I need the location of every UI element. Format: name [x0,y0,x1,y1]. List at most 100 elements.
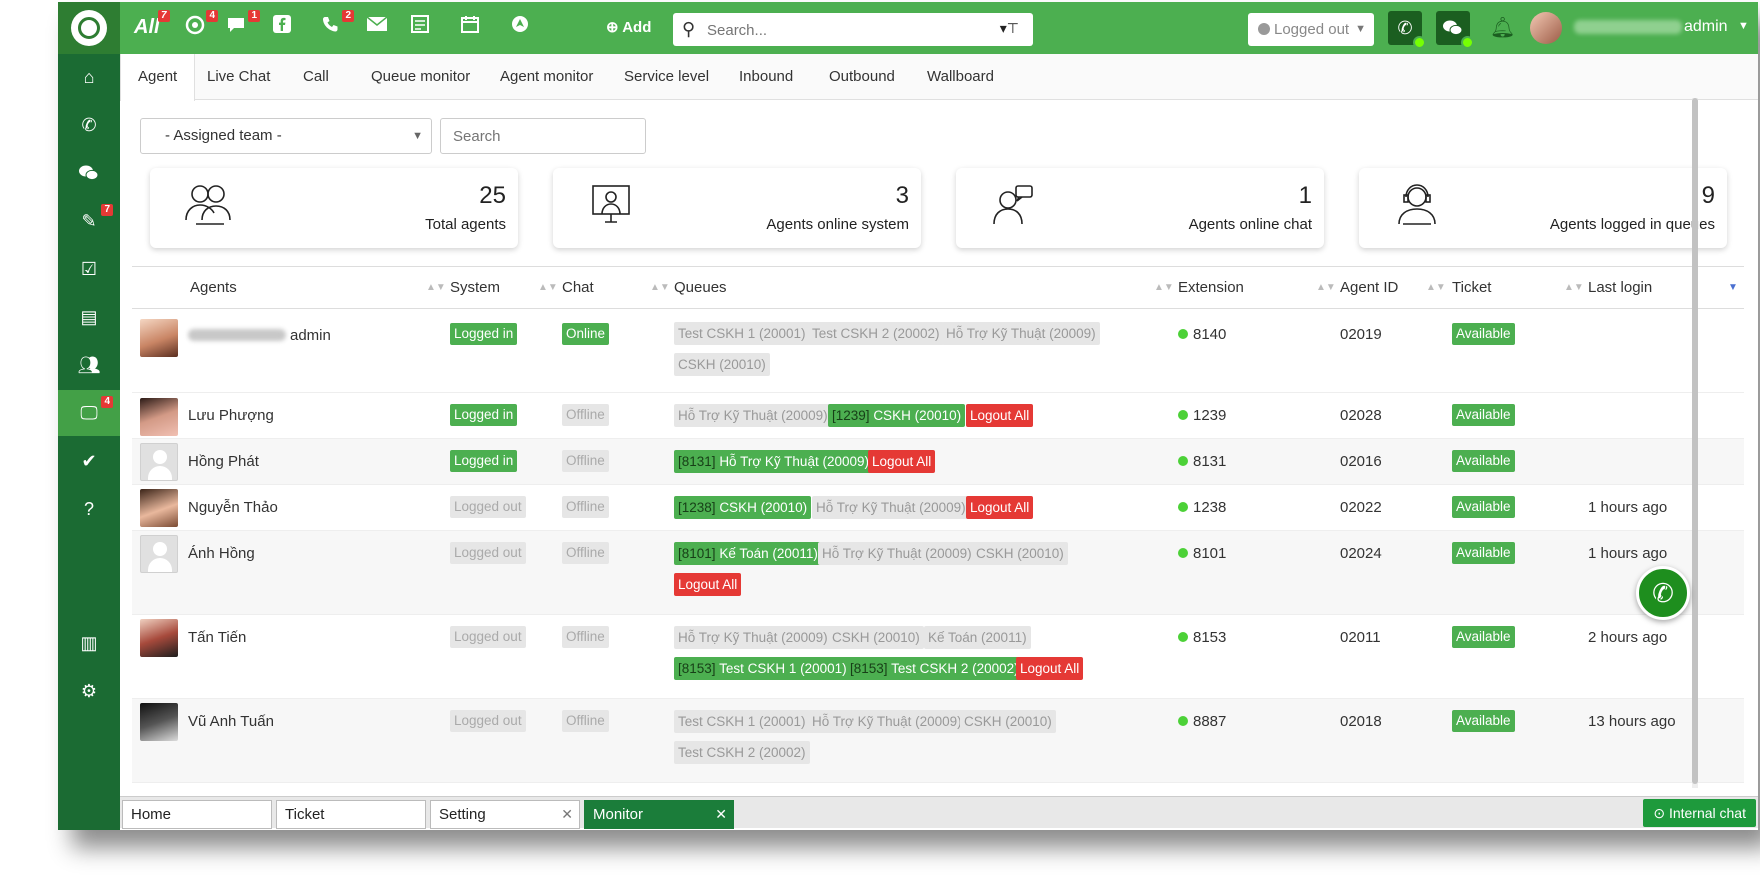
facebook-icon[interactable] [272,14,292,41]
settings-gear-icon[interactable]: ⚙ [58,668,120,714]
queue-tag-active[interactable]: [1238] CSKH (20010) [674,496,812,519]
ticket-icon[interactable]: ✎ 7 [58,198,120,244]
logout-all-button[interactable]: Logout All [868,450,936,473]
tab-agent[interactable]: Agent [120,54,196,101]
softphone-button[interactable]: ✆ [1388,11,1426,49]
queue-tag[interactable]: CSKH (20010) [960,710,1056,733]
form-icon[interactable] [410,14,430,41]
scrollbar-thumb[interactable] [1692,98,1698,784]
col-last-login[interactable]: Last login [1588,267,1652,309]
chat-status-button[interactable] [1436,11,1474,49]
tab-queue-monitor[interactable]: Queue monitor [354,54,487,100]
report-chart-icon[interactable]: ▥ [58,620,120,666]
vertical-scrollbar[interactable] [1692,98,1698,788]
user-menu-chevron-icon[interactable]: ▼ [1738,20,1749,32]
task-calendar-icon[interactable]: ☑ [58,246,120,292]
tab-outbound[interactable]: Outbound [812,54,912,100]
col-agents[interactable]: Agents [190,267,237,309]
sort-icon[interactable]: ▲▼ [426,267,446,309]
queue-tag-active[interactable]: [8131] Hỗ Trợ Kỹ Thuật (20009) [674,450,873,473]
calendar-icon[interactable] [460,14,480,41]
sort-icon[interactable]: ▲▼ [538,267,558,309]
table-row[interactable]: Hồng Phát Logged in Offline [8131] Hỗ Tr… [132,439,1744,485]
chat-icon[interactable] [58,150,120,196]
table-row[interactable]: Lưu Phượng Logged in Offline Hỗ Trợ Kỹ T… [132,393,1744,439]
sort-icon[interactable]: ▲▼ [1154,267,1174,309]
tab-live-chat[interactable]: Live Chat [190,54,287,100]
agent-status-dropdown[interactable]: Logged out ▼ [1248,13,1374,46]
tab-inbound[interactable]: Inbound [722,54,810,100]
logout-all-button[interactable]: Logout All [674,573,742,596]
queue-tag[interactable]: Test CSKH 1 (20001) [674,710,810,733]
bottom-tab-home[interactable]: Home [122,800,272,829]
queue-tag[interactable]: Test CSKH 2 (20002) [674,741,810,764]
queue-tag[interactable]: Kế Toán (20011) [924,626,1031,649]
call-notifications-icon[interactable]: 2 [320,10,354,43]
queue-tag[interactable]: CSKH (20010) [972,542,1068,565]
col-ticket[interactable]: Ticket [1452,267,1491,309]
table-row[interactable]: admin Logged in Online Test CSKH 1 (2000… [132,309,1744,393]
internal-chat-button[interactable]: ⊙ Internal chat [1643,799,1756,827]
email-icon[interactable] [366,14,388,40]
user-name[interactable]: admin [1684,18,1728,36]
search-filter-icon[interactable]: ▾⊤ [1000,20,1019,37]
col-extension[interactable]: Extension [1178,267,1244,309]
add-button[interactable]: ⊕ Add [606,18,651,36]
close-icon[interactable]: ✕ [715,801,727,828]
logout-all-button[interactable]: Logout All [1016,657,1084,680]
logout-all-button[interactable]: Logout All [966,404,1034,427]
all-notifications[interactable]: All 7 [134,10,170,40]
ticket-notifications-icon[interactable]: 4 [184,10,218,43]
col-system[interactable]: System [450,267,500,309]
logout-all-button[interactable]: Logout All [966,496,1034,519]
queue-tag-active[interactable]: [8153] Test CSKH 2 (20002) [846,657,1023,680]
queue-tag[interactable]: Hỗ Trợ Kỹ Thuật (20009) [808,710,966,733]
queue-tag[interactable]: CSKH (20010) [674,353,770,376]
tab-service-level[interactable]: Service level [607,54,726,100]
tab-agent-monitor[interactable]: Agent monitor [483,54,610,100]
queue-tag[interactable]: Hỗ Trợ Kỹ Thuật (20009) [812,496,970,519]
tab-wallboard[interactable]: Wallboard [910,54,1011,100]
sort-icon[interactable]: ▲▼ [650,267,670,309]
chat-notifications-icon[interactable]: 1 [226,10,260,43]
table-row[interactable]: Ánh Hồng Logged out Offline [8101] Kế To… [132,531,1744,615]
col-agent-id[interactable]: Agent ID [1340,267,1398,309]
app-logo[interactable] [58,2,120,54]
col-chat[interactable]: Chat [562,267,594,309]
queue-tag[interactable]: Test CSKH 2 (20002) [808,322,944,345]
phone-icon[interactable]: ✆ [58,102,120,148]
queue-tag[interactable]: Hỗ Trợ Kỹ Thuật (20009) [674,404,832,427]
floating-call-button[interactable]: ✆ [1636,566,1690,620]
checklist-icon[interactable]: ✔ [58,438,120,484]
bottom-tab-ticket[interactable]: Ticket [276,800,426,829]
table-row[interactable]: Vũ Anh Tuấn Logged out Offline Test CSKH… [132,699,1744,783]
users-icon[interactable]: 👥︎ [58,342,120,388]
table-row[interactable]: Tấn Tiến Logged out Offline Hỗ Trợ Kỹ Th… [132,615,1744,699]
column-menu-icon[interactable]: ▼ [1728,267,1738,309]
table-row[interactable]: Nguyễn Thảo Logged out Offline [1238] CS… [132,485,1744,531]
queue-tag[interactable]: CSKH (20010) [828,626,924,649]
queue-tag-active[interactable]: [8153] Test CSKH 1 (20001) [674,657,851,680]
queue-tag[interactable]: Hỗ Trợ Kỹ Thuật (20009) [818,542,976,565]
col-queues[interactable]: Queues [674,267,727,309]
queue-tag-active[interactable]: [1239] CSKH (20010) [828,404,966,427]
queue-tag[interactable]: Hỗ Trợ Kỹ Thuật (20009) [674,626,832,649]
global-search-input[interactable] [707,19,987,41]
help-icon[interactable]: ? [58,486,120,532]
assigned-team-select[interactable]: - Assigned team - ▼ [140,118,432,154]
home-icon[interactable]: ⌂ [58,54,120,100]
sort-icon[interactable]: ▲▼ [1426,267,1446,309]
sort-icon[interactable]: ▲▼ [1564,267,1584,309]
bell-icon[interactable]: 🔔︎ [1490,15,1515,40]
tab-call[interactable]: Call [286,54,346,100]
queue-tag-active[interactable]: [8101] Kế Toán (20011) [674,542,822,565]
agent-search-input[interactable] [440,118,646,154]
bottom-tab-setting[interactable]: Setting ✕ [430,800,580,829]
contact-card-icon[interactable]: ▤ [58,294,120,340]
navigation-icon[interactable] [510,14,530,41]
close-icon[interactable]: ✕ [561,801,573,828]
sort-icon[interactable]: ▲▼ [1316,267,1336,309]
user-avatar[interactable] [1530,12,1562,44]
monitor-icon[interactable]: 🖵︎ 4 [58,390,120,436]
bottom-tab-monitor[interactable]: Monitor ✕ [584,800,734,829]
